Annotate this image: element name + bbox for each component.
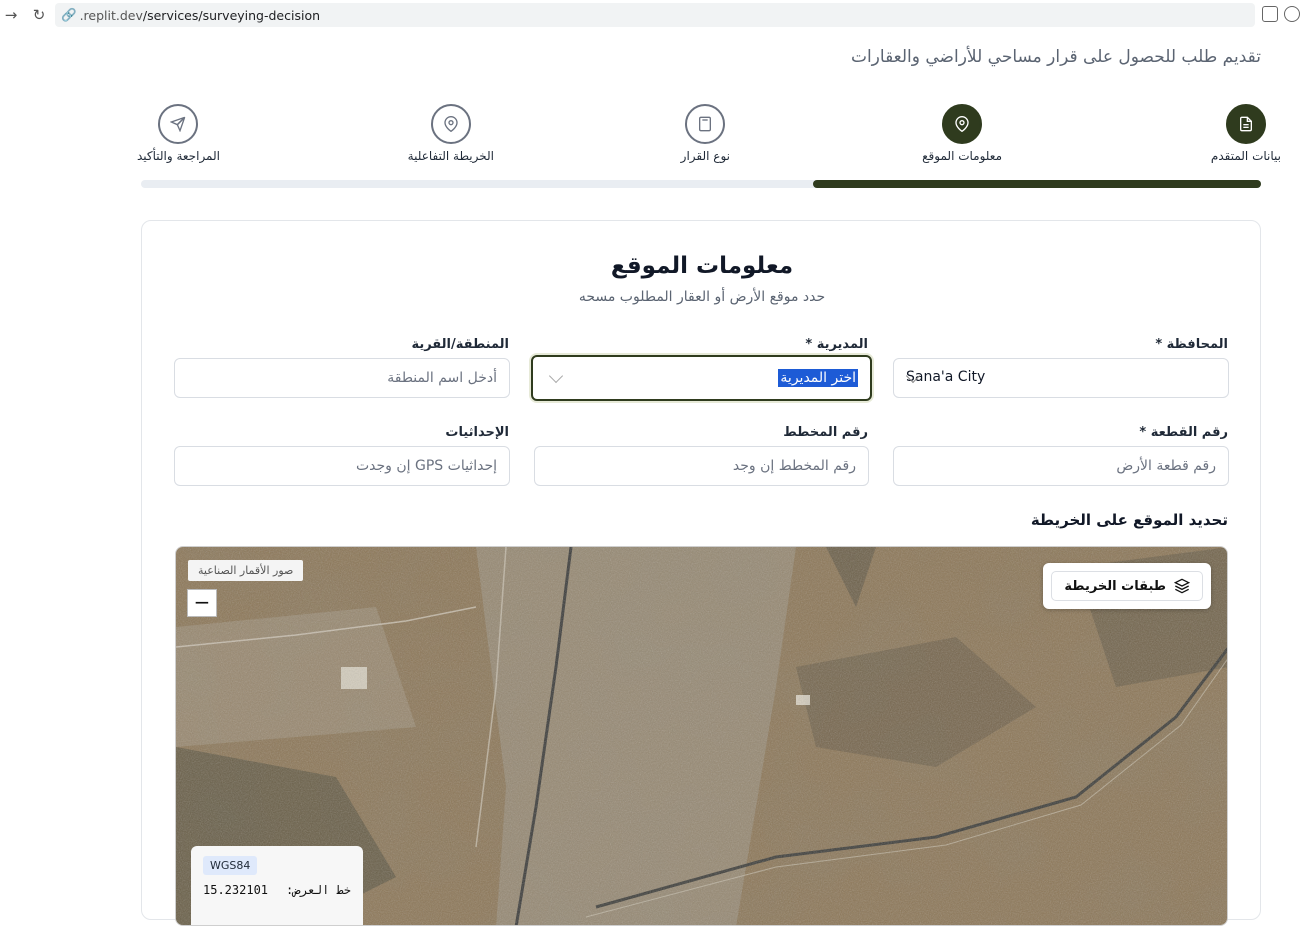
plan-placeholder: رقم المخطط إن وجد: [732, 458, 856, 474]
directorate-value: اختر المديرية: [778, 369, 858, 387]
cast-icon[interactable]: [1262, 6, 1278, 22]
map-layers-panel: طبقات الخريطة: [1043, 563, 1211, 609]
directorate-select[interactable]: اختر المديرية: [531, 355, 872, 401]
link-icon: 🔗: [61, 7, 77, 22]
plot-label: رقم القطعة *: [1139, 425, 1228, 440]
browser-extension-icons: [1262, 6, 1300, 22]
coordinates-placeholder: إحداثيات GPS إن وجدت: [355, 458, 497, 474]
satellite-map[interactable]: صور الأقمار الصناعية − طبقات الخريطة WGS…: [175, 546, 1228, 926]
card-subtitle: حدد موقع الأرض أو العقار المطلوب مسحه: [578, 289, 826, 305]
latitude-row: 15.232101 خط العرض:: [203, 883, 351, 897]
calculator-icon: [685, 104, 726, 144]
plan-label: رقم المخطط: [783, 425, 868, 440]
step-interactive-map[interactable]: الخريطة التفاعلية: [408, 104, 494, 163]
plot-input[interactable]: رقم قطعة الأرض: [893, 446, 1229, 486]
zoom-out-button[interactable]: −: [187, 589, 217, 617]
governorate-select[interactable]: Sana'a City: [893, 358, 1229, 398]
step-review-confirm[interactable]: المراجعة والتأكيد: [137, 104, 220, 163]
map-layers-button[interactable]: طبقات الخريطة: [1051, 571, 1203, 601]
page-title-cutoff: [0, 30, 1302, 38]
url-path: /services/surveying-decision: [142, 7, 321, 23]
step-label: معلومات الموقع: [922, 149, 1002, 163]
step-location-info[interactable]: معلومات الموقع: [922, 104, 1002, 163]
step-label: بيانات المتقدم: [1210, 149, 1281, 163]
directorate-label: المديرية *: [805, 337, 868, 352]
map-layers-label: طبقات الخريطة: [1064, 578, 1166, 594]
layers-icon: [1174, 578, 1190, 594]
latitude-label: خط العرض:: [285, 883, 351, 897]
progress-track: [141, 180, 1261, 188]
map-heading: تحديد الموقع على الخريطة: [1030, 511, 1228, 529]
plan-input[interactable]: رقم المخطط إن وجد: [534, 446, 869, 486]
url-domain: .replit.dev: [79, 7, 143, 23]
area-input[interactable]: أدخل اسم المنطقة: [174, 358, 510, 398]
crs-badge: WGS84: [203, 856, 258, 875]
page-subtitle: تقديم طلب للحصول على قرار مساحي للأراضي …: [850, 47, 1261, 67]
area-label: المنطقة/القرية: [411, 337, 509, 352]
forward-icon[interactable]: →: [0, 4, 22, 26]
step-label: المراجعة والتأكيد: [136, 149, 220, 163]
satellite-layer-chip[interactable]: صور الأقمار الصناعية: [188, 560, 304, 581]
chevron-down-icon: [548, 368, 564, 384]
map-pin-icon: [942, 104, 983, 144]
coordinates-input[interactable]: إحداثيات GPS إن وجدت: [174, 446, 510, 486]
stepper: بيانات المتقدم معلومات الموقع نوع القرار…: [137, 104, 1281, 164]
browser-toolbar: → ↻ 🔗 .replit.dev/services/surveying-dec…: [0, 0, 1302, 30]
step-applicant-data[interactable]: بيانات المتقدم: [1211, 104, 1281, 163]
send-icon: [158, 104, 199, 144]
extension-icon[interactable]: [1284, 6, 1300, 22]
area-placeholder: أدخل اسم المنطقة: [387, 370, 497, 386]
progress-fill: [813, 180, 1261, 188]
latitude-value: 15.232101: [203, 883, 269, 897]
reload-icon[interactable]: ↻: [28, 4, 50, 26]
map-pin-icon: [430, 104, 471, 144]
step-label: نوع القرار: [680, 149, 730, 163]
governorate-label: المحافظة *: [1155, 337, 1228, 352]
coordinates-label: الإحداثيات: [445, 425, 509, 440]
location-info-card: معلومات الموقع حدد موقع الأرض أو العقار …: [141, 220, 1261, 926]
plot-placeholder: رقم قطعة الأرض: [1116, 458, 1216, 474]
step-label: الخريطة التفاعلية: [407, 149, 494, 163]
address-bar[interactable]: 🔗 .replit.dev/services/surveying-decisio…: [55, 3, 1255, 27]
step-decision-type[interactable]: نوع القرار: [681, 104, 730, 163]
coordinates-panel: WGS84 15.232101 خط العرض:: [191, 846, 363, 925]
document-icon: [1225, 104, 1266, 144]
card-title: معلومات الموقع: [610, 253, 794, 279]
